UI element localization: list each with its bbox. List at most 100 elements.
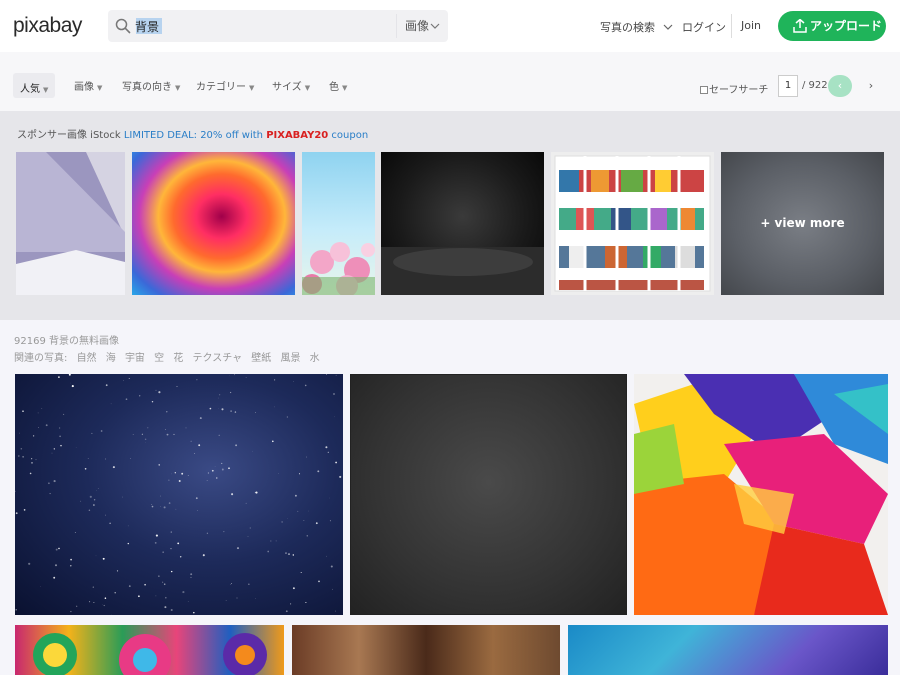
filter-images[interactable]: 画像 ▼ bbox=[74, 78, 102, 93]
related-tag[interactable]: 海 bbox=[106, 353, 116, 364]
star bbox=[155, 389, 157, 391]
star bbox=[170, 570, 173, 573]
result-image-polygon-pattern[interactable] bbox=[568, 625, 888, 675]
star bbox=[247, 536, 249, 537]
sponsored-code[interactable]: PIXABAY20 bbox=[266, 130, 328, 141]
star bbox=[158, 391, 161, 394]
star bbox=[245, 502, 247, 504]
sponsored-coupon[interactable]: coupon bbox=[328, 130, 368, 141]
filter-bar: 人気 ▼ 画像 ▼ 写真の向き ▼ カテゴリー ▼ サイズ ▼ 色 ▼ セーフサーチ 1 /… bbox=[0, 52, 900, 112]
search-bar[interactable]: 画像 bbox=[108, 10, 448, 42]
page-number-input[interactable]: 1 bbox=[778, 75, 798, 97]
star bbox=[175, 508, 177, 510]
upload-button[interactable]: アップロード bbox=[778, 11, 886, 41]
related-tag[interactable]: 水 bbox=[310, 353, 320, 364]
star bbox=[270, 540, 272, 542]
star bbox=[110, 403, 112, 405]
star bbox=[181, 472, 184, 475]
sponsored-image-flowers-sky[interactable] bbox=[302, 152, 375, 295]
sponsored-image-bookshelf[interactable] bbox=[551, 152, 714, 295]
star bbox=[194, 453, 195, 454]
related-tag[interactable]: 宇宙 bbox=[125, 353, 145, 364]
star bbox=[230, 584, 232, 585]
pixabay-logo[interactable]: pixabay bbox=[13, 14, 82, 38]
related-tag[interactable]: 空 bbox=[154, 353, 164, 364]
sponsored-image-colorful-swirl[interactable] bbox=[132, 152, 295, 295]
star bbox=[80, 500, 82, 502]
result-image-paint-splash[interactable] bbox=[634, 374, 888, 615]
star bbox=[164, 606, 167, 609]
result-image-chalkboard[interactable] bbox=[350, 374, 627, 615]
star bbox=[290, 603, 292, 605]
star bbox=[93, 499, 96, 501]
filter-color[interactable]: 色 ▼ bbox=[329, 78, 347, 93]
safesearch-label: セーフサーチ bbox=[709, 85, 769, 96]
next-page-button[interactable]: › bbox=[860, 75, 882, 97]
star bbox=[15, 490, 16, 493]
star bbox=[163, 506, 166, 509]
related-tag[interactable]: 自然 bbox=[77, 353, 97, 364]
star bbox=[93, 602, 95, 604]
star bbox=[255, 491, 258, 494]
search-icon bbox=[115, 18, 131, 34]
caret-down-icon: ▼ bbox=[304, 84, 311, 92]
star bbox=[58, 547, 60, 550]
star bbox=[286, 416, 288, 418]
star bbox=[15, 609, 17, 611]
star bbox=[89, 601, 91, 603]
sponsored-section: スポンサー画像 iStock LIMITED DEAL: 20% off wit… bbox=[0, 112, 900, 320]
star bbox=[100, 430, 103, 432]
view-more-tile[interactable]: + view more bbox=[721, 152, 884, 295]
star bbox=[306, 535, 308, 537]
result-image-old-books[interactable] bbox=[292, 625, 560, 675]
filter-popular[interactable]: 人気 ▼ bbox=[13, 73, 56, 98]
caret-down-icon: ▼ bbox=[97, 84, 103, 92]
star bbox=[97, 488, 99, 489]
star bbox=[122, 496, 123, 498]
sponsored-image-abstract-wall[interactable] bbox=[16, 152, 125, 295]
star bbox=[223, 531, 225, 533]
prev-page-button[interactable]: ‹ bbox=[828, 75, 852, 97]
star bbox=[102, 557, 105, 560]
safesearch-toggle[interactable]: セーフサーチ bbox=[700, 81, 768, 96]
star bbox=[105, 458, 107, 460]
search-type-dropdown[interactable]: 画像 bbox=[396, 14, 448, 38]
star bbox=[272, 440, 274, 443]
star bbox=[23, 509, 26, 511]
star bbox=[231, 583, 233, 585]
star bbox=[297, 510, 299, 512]
star bbox=[151, 504, 153, 506]
filter-category[interactable]: カテゴリー ▼ bbox=[196, 78, 254, 93]
star bbox=[20, 447, 23, 450]
star bbox=[177, 542, 180, 545]
explore-menu[interactable]: 写真の検索 bbox=[600, 19, 673, 35]
star bbox=[248, 583, 250, 585]
star bbox=[305, 601, 307, 604]
star bbox=[158, 575, 160, 577]
star bbox=[31, 458, 33, 460]
sponsored-image-dark-room[interactable] bbox=[381, 152, 544, 295]
result-image-starry-sky[interactable] bbox=[15, 374, 343, 615]
related-tag[interactable]: 花 bbox=[173, 353, 183, 364]
search-input[interactable] bbox=[135, 17, 375, 35]
filter-size[interactable]: サイズ ▼ bbox=[272, 78, 310, 93]
upload-icon bbox=[793, 19, 807, 33]
star bbox=[193, 611, 195, 614]
result-image-mandala[interactable] bbox=[15, 625, 284, 675]
join-link[interactable]: Join bbox=[741, 19, 761, 32]
related-tag[interactable]: 風景 bbox=[280, 353, 300, 364]
star bbox=[327, 451, 329, 453]
filter-orientation-label: 写真の向き bbox=[122, 82, 172, 93]
safesearch-checkbox[interactable] bbox=[700, 86, 708, 94]
star bbox=[53, 576, 56, 579]
related-tag[interactable]: テクスチャ bbox=[193, 353, 243, 364]
star bbox=[59, 435, 61, 438]
sponsored-deal[interactable]: LIMITED DEAL: 20% off with bbox=[124, 130, 266, 141]
filter-orientation[interactable]: 写真の向き ▼ bbox=[122, 78, 180, 93]
star bbox=[168, 502, 171, 504]
star bbox=[292, 587, 295, 590]
star bbox=[221, 408, 224, 411]
related-tag[interactable]: 壁紙 bbox=[251, 353, 271, 364]
star bbox=[162, 551, 164, 553]
login-link[interactable]: ログイン bbox=[682, 19, 726, 35]
